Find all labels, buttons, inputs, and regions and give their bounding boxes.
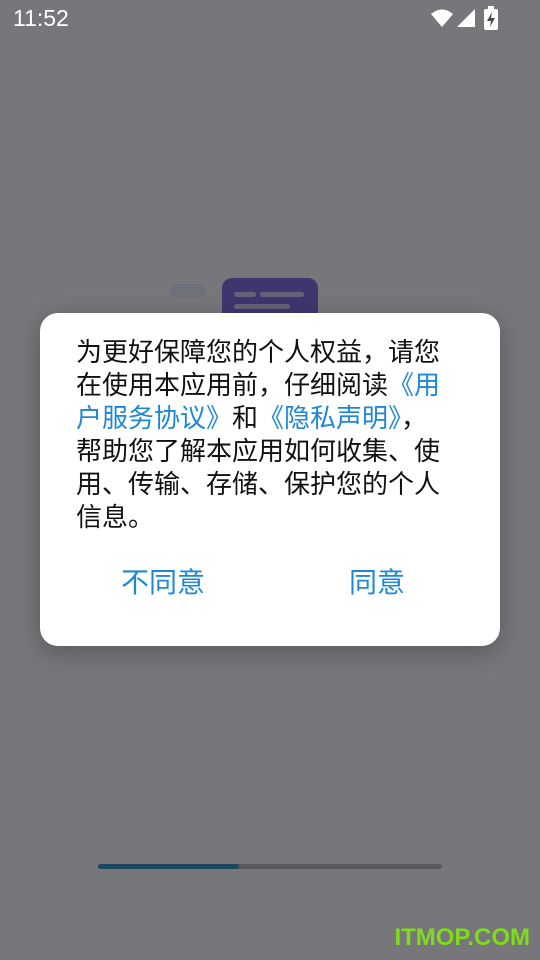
watermark-text: ITMOP.COM — [394, 924, 530, 951]
privacy-message: 为更好保障您的个人权益，请您在使用本应用前，仔细阅读《用户服务协议》和《隐私声明… — [76, 337, 448, 535]
status-bar: 11:52 — [0, 0, 540, 38]
signal-icon — [457, 9, 475, 27]
disagree-button[interactable]: 不同意 — [96, 559, 230, 607]
privacy-dialog: 为更好保障您的个人权益，请您在使用本应用前，仔细阅读《用户服务协议》和《隐私声明… — [40, 313, 500, 646]
agree-button[interactable]: 同意 — [310, 559, 444, 607]
message-and: 和 — [232, 404, 259, 434]
wifi-icon — [431, 9, 453, 27]
battery-charging-icon — [484, 6, 498, 30]
privacy-statement-link[interactable]: 《隐私声明》 — [258, 404, 401, 434]
status-time: 11:52 — [13, 5, 69, 31]
message-intro: 为更好保障您的个人权益，请您在使用本应用前，仔细阅读 — [76, 338, 441, 401]
